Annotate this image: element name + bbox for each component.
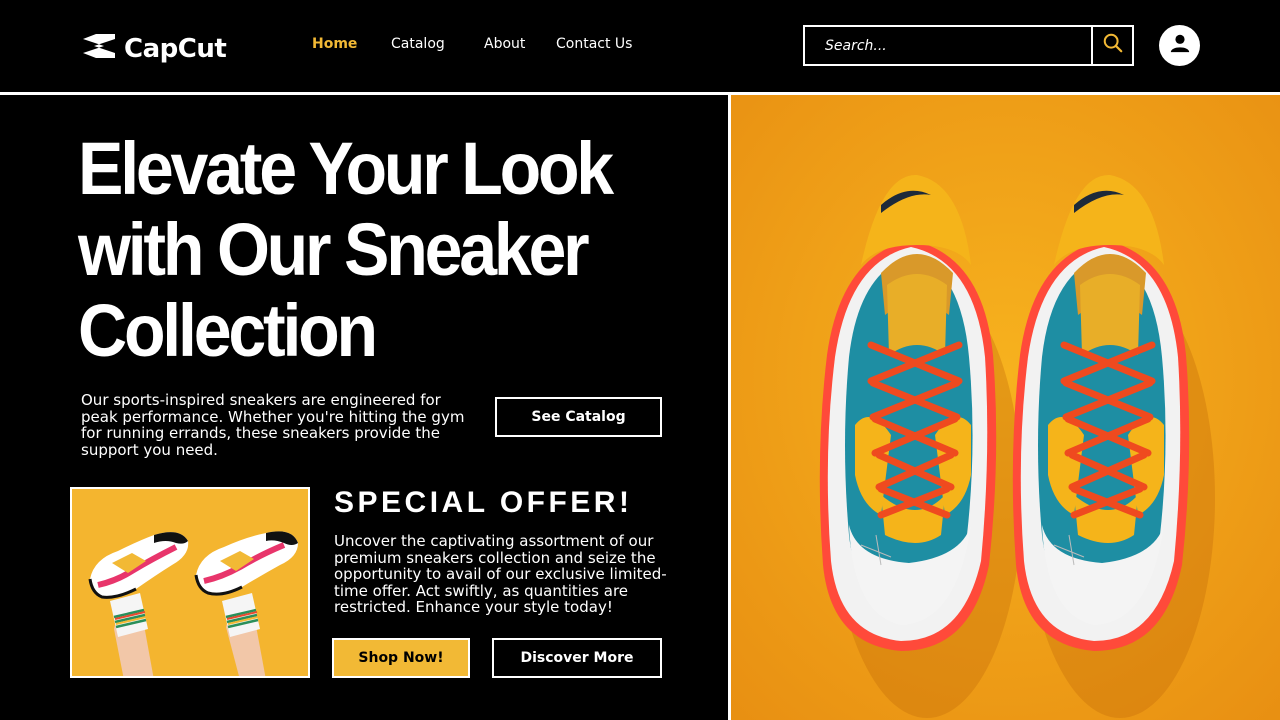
search-bar	[803, 25, 1134, 66]
nav-home[interactable]: Home	[312, 36, 357, 52]
offer-title: SPECIAL OFFER!	[334, 486, 633, 519]
search-button[interactable]	[1091, 27, 1132, 64]
user-account-button[interactable]	[1159, 25, 1200, 66]
user-icon	[1169, 32, 1191, 59]
hero-title-line: Elevate Your Look	[78, 127, 614, 210]
hero-sneakers-image	[731, 95, 1280, 720]
nav-about[interactable]: About	[484, 36, 525, 52]
search-input[interactable]	[805, 27, 1091, 64]
brand-name: CapCut	[124, 33, 227, 64]
nav-catalog[interactable]: Catalog	[391, 36, 445, 52]
search-icon	[1102, 32, 1124, 59]
see-catalog-button[interactable]: See Catalog	[495, 397, 662, 437]
offer-description: Uncover the captivating assortment of ou…	[334, 532, 667, 616]
shop-now-button[interactable]: Shop Now!	[332, 638, 470, 678]
nav-contact-us[interactable]: Contact Us	[556, 36, 632, 52]
hero-title: Elevate Your Look with Our Sneaker Colle…	[78, 128, 667, 371]
hero-title-line: Collection	[78, 289, 378, 372]
hero-title-line: with Our Sneaker	[78, 208, 590, 291]
capcut-logo-icon	[80, 30, 118, 67]
discover-more-button[interactable]: Discover More	[492, 638, 662, 678]
top-header: CapCut Home Catalog About Contact Us	[0, 0, 1280, 92]
offer-image	[70, 487, 310, 678]
brand-logo[interactable]: CapCut	[80, 30, 227, 67]
hero-description: Our sports-inspired sneakers are enginee…	[81, 391, 465, 459]
